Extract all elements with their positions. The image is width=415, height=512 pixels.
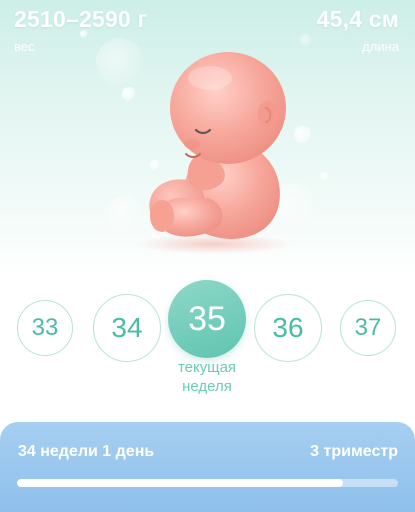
week-37-button[interactable]: 37 <box>340 300 396 356</box>
bubble-decoration <box>80 30 88 38</box>
length-stat: 45,4 см длина <box>317 6 399 55</box>
fetus-illustration <box>118 30 318 262</box>
pregnancy-progress-bar <box>17 479 398 487</box>
week-35-button-current[interactable]: 35 <box>168 280 246 358</box>
week-34-button[interactable]: 34 <box>93 294 161 362</box>
length-value: 45,4 см <box>316 6 399 32</box>
trimester-label: 3 триместр <box>310 443 398 460</box>
week-33-button[interactable]: 33 <box>17 300 73 356</box>
weight-value: 2510–2590 г <box>14 6 148 32</box>
current-week-label: текущая неделя <box>177 359 237 395</box>
length-label: длина <box>362 39 399 54</box>
elapsed-time-label: 34 недели 1 день <box>18 443 155 460</box>
bubble-decoration <box>320 172 329 181</box>
pregnancy-progress-fill <box>17 479 343 487</box>
pregnancy-progress-card[interactable]: 34 недели 1 день 3 триместр <box>0 422 415 512</box>
week-36-button[interactable]: 36 <box>254 294 322 362</box>
week-selector: 33 34 35 36 37 <box>0 280 415 370</box>
